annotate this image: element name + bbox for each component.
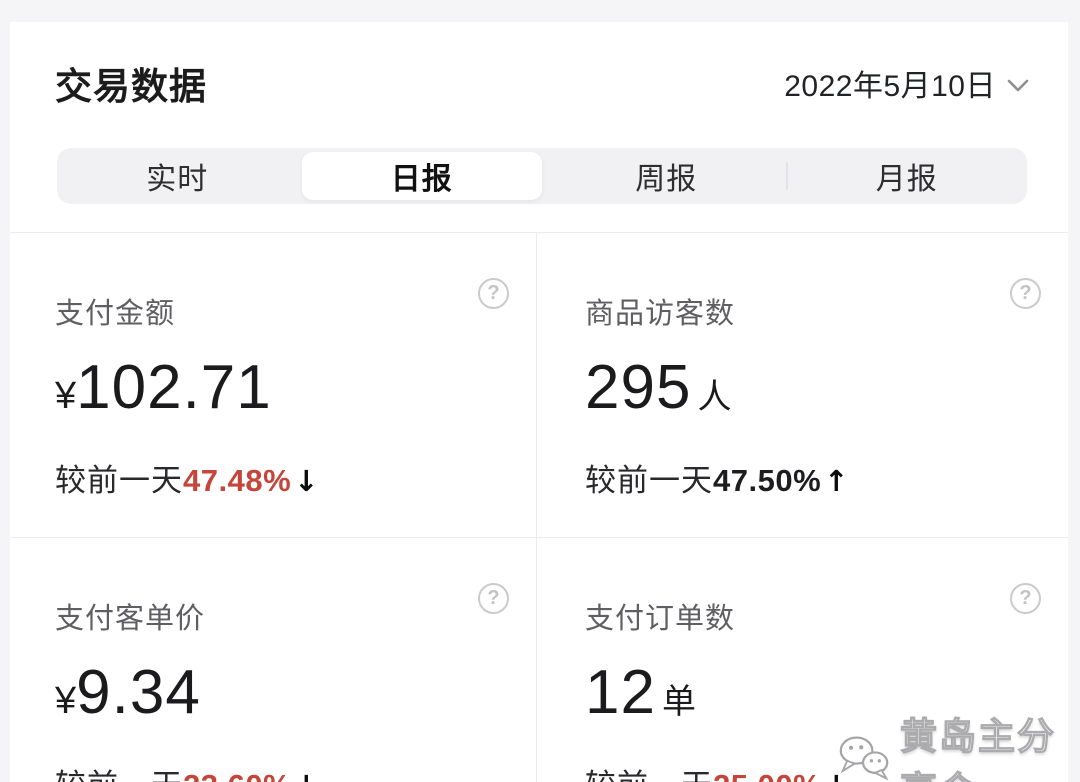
change-prefix: 较前一天 (55, 768, 183, 782)
change-prefix: 较前一天 (55, 463, 183, 498)
arrow-down-icon: ↓ (824, 769, 848, 782)
metric-change: 较前一天47.48%↓ (55, 463, 496, 499)
metric-value: 12单 (585, 662, 1028, 740)
metric-label: 支付客单价 (55, 602, 496, 636)
chevron-down-icon (1006, 78, 1030, 93)
help-icon[interactable]: ? (1010, 278, 1041, 309)
metric-number: 12 (585, 658, 656, 727)
metric-label: 支付订单数 (585, 602, 1028, 636)
tab-daily-report[interactable]: 日报 (302, 152, 543, 200)
report-period-tabbar: 实时 日报 周报 月报 (57, 148, 1027, 204)
card-payment-amount: 支付金额 ¥102.71 较前一天47.48%↓ ? (10, 233, 537, 538)
tab-monthly-label: 月报 (876, 154, 938, 198)
card-payment-per-customer: 支付客单价 ¥9.34 较前一天23.60%↓ ? (10, 538, 537, 782)
page-title: 交易数据 (55, 56, 207, 110)
metric-value: 295人 (585, 357, 1028, 435)
change-percent: 47.48% (183, 463, 291, 498)
arrow-down-icon: ↓ (294, 769, 318, 782)
metric-change: 较前一天23.60%↓ (55, 768, 496, 782)
change-percent: 25.00% (713, 768, 821, 782)
metric-number: 9.34 (76, 658, 201, 727)
transaction-data-panel: 交易数据 2022年5月10日 实时 日报 周报 月报 (10, 22, 1068, 782)
tab-weekly-report[interactable]: 周报 (546, 148, 787, 204)
date-picker-value: 2022年5月10日 (784, 61, 996, 105)
help-icon[interactable]: ? (1010, 583, 1041, 614)
change-prefix: 较前一天 (585, 463, 713, 498)
tab-monthly-report[interactable]: 月报 (787, 148, 1028, 204)
metric-label: 商品访客数 (585, 297, 1028, 331)
metric-number: 295 (585, 353, 691, 422)
change-percent: 23.60% (183, 768, 291, 782)
currency-symbol: ¥ (55, 375, 76, 417)
change-prefix: 较前一天 (585, 768, 713, 782)
tab-separator (786, 162, 788, 190)
arrow-up-icon: ↑ (824, 464, 848, 498)
metric-change: 较前一天25.00%↓ (585, 768, 1028, 782)
arrow-down-icon: ↓ (294, 464, 318, 498)
metric-unit: 人 (697, 378, 731, 416)
metric-value: ¥102.71 (55, 357, 496, 435)
help-icon[interactable]: ? (478, 583, 509, 614)
metric-value: ¥9.34 (55, 662, 496, 740)
currency-symbol: ¥ (55, 680, 76, 722)
change-percent: 47.50% (713, 463, 821, 498)
tab-realtime[interactable]: 实时 (57, 148, 298, 204)
metric-label: 支付金额 (55, 297, 496, 331)
date-picker[interactable]: 2022年5月10日 (784, 61, 1030, 105)
metric-change: 较前一天47.50%↑ (585, 463, 1028, 499)
metric-unit: 单 (662, 683, 696, 721)
metrics-grid: 支付金额 ¥102.71 较前一天47.48%↓ ? 商品访客数 295人 较前… (10, 232, 1068, 782)
help-icon[interactable]: ? (478, 278, 509, 309)
card-payment-orders: 支付订单数 12单 较前一天25.00%↓ ? (537, 538, 1068, 782)
panel-header: 交易数据 2022年5月10日 实时 日报 周报 月报 (10, 22, 1068, 204)
metric-number: 102.71 (76, 353, 272, 422)
card-product-visitors: 商品访客数 295人 较前一天47.50%↑ ? (537, 233, 1068, 538)
